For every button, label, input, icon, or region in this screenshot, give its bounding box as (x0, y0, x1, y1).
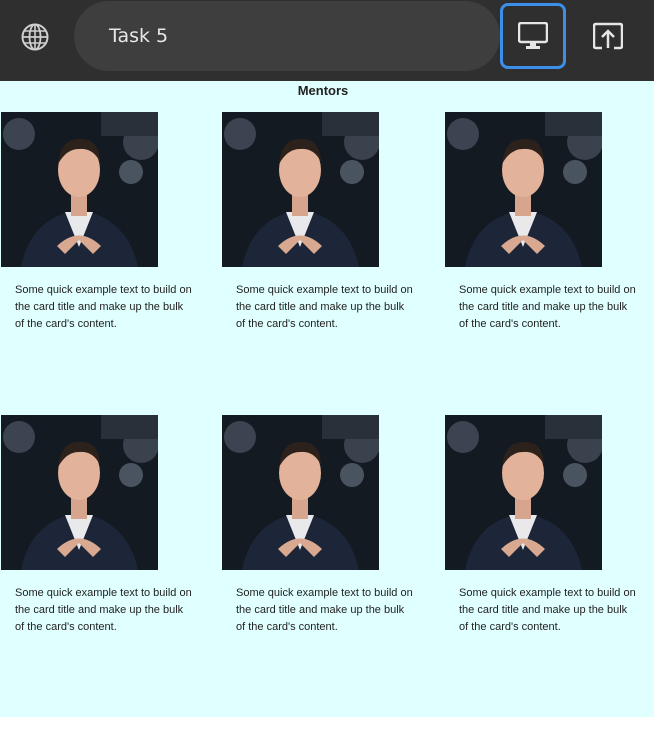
mentor-photo (1, 112, 158, 267)
desktop-monitor-icon (518, 22, 548, 49)
mentor-photo (445, 415, 602, 570)
open-in-new-window-icon (593, 22, 623, 50)
task-title-field[interactable]: Task 5 (74, 1, 500, 71)
mentor-photo (1, 415, 158, 570)
mentor-card-text: Some quick example text to build on the … (236, 284, 413, 330)
mentor-photo (445, 112, 602, 267)
mentor-card-text: Some quick example text to build on the … (459, 284, 636, 330)
mentors-section: Mentors Some quick example text to build… (0, 81, 654, 717)
mentor-photo (222, 112, 379, 267)
mentor-photo (222, 415, 379, 570)
mentor-card-text: Some quick example text to build on the … (236, 587, 413, 633)
open-in-new-window-button[interactable] (586, 14, 630, 58)
mentor-card-text: Some quick example text to build on the … (459, 587, 636, 633)
section-title: Mentors (297, 83, 349, 98)
globe-icon[interactable] (18, 20, 52, 54)
desktop-view-button[interactable] (500, 3, 566, 69)
task-title: Task 5 (109, 25, 169, 47)
mentor-card-text: Some quick example text to build on the … (15, 284, 192, 330)
top-toolbar: Task 5 (0, 0, 654, 81)
mentor-card-text: Some quick example text to build on the … (15, 587, 192, 633)
page-bottom-margin (0, 717, 654, 729)
